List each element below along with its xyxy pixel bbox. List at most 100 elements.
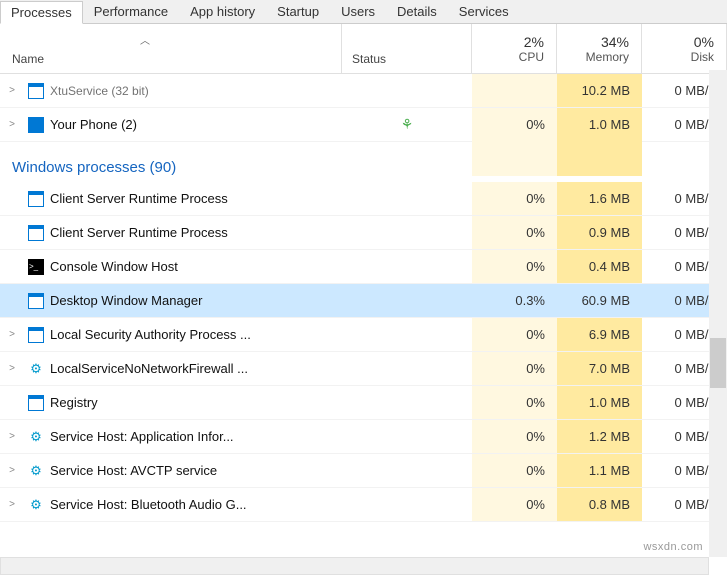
gear-icon: ⚙	[28, 429, 44, 445]
process-icon-cell: ⚙	[24, 429, 48, 445]
process-mem: 1.2 MB	[557, 420, 642, 453]
window-icon	[28, 395, 44, 411]
sort-chevron-icon: ︿	[140, 32, 150, 47]
process-mem: 10.2 MB	[557, 74, 642, 107]
process-name: LocalServiceNoNetworkFirewall ...	[48, 361, 342, 376]
window-icon	[28, 225, 44, 241]
expand-chevron-icon[interactable]: >	[0, 119, 24, 130]
process-row[interactable]: >_Console Window Host0%0.4 MB0 MB/s	[0, 250, 727, 284]
process-list: >XtuService (32 bit)10.2 MB0 MB/s>Your P…	[0, 74, 727, 554]
process-mem: 7.0 MB	[557, 352, 642, 385]
process-row[interactable]: > ⚙ Service Host: Bluetooth Audio G... 0%0.…	[0, 488, 727, 522]
watermark: wsxdn.com	[643, 541, 703, 553]
tab-details[interactable]: Details	[386, 0, 448, 23]
horizontal-scrollbar[interactable]	[0, 557, 709, 575]
column-header-disk[interactable]: 0% Disk	[642, 24, 727, 73]
vertical-scroll-thumb[interactable]	[710, 338, 726, 388]
process-row[interactable]: Client Server Runtime Process0%0.9 MB0 M…	[0, 216, 727, 250]
process-name: Client Server Runtime Process	[48, 225, 342, 240]
process-icon-cell	[24, 225, 48, 241]
process-icon-cell	[24, 293, 48, 309]
cpu-usage-pct: 2%	[472, 34, 544, 50]
process-row[interactable]: >⚙Service Host: AVCTP service0%1.1 MB0 M…	[0, 454, 727, 488]
process-icon-cell	[24, 83, 48, 99]
process-status: ⚘	[342, 116, 472, 133]
column-header-name[interactable]: Name	[0, 24, 342, 73]
process-icon-cell: ⚙	[24, 361, 48, 377]
process-row[interactable]: >⚙LocalServiceNoNetworkFirewall ... 0%7.0…	[0, 352, 727, 386]
process-mem: 1.6 MB	[557, 182, 642, 215]
window-icon	[28, 327, 44, 343]
gear-icon: ⚙	[28, 497, 44, 513]
window-icon	[28, 191, 44, 207]
tab-app-history[interactable]: App history	[179, 0, 266, 23]
expand-chevron-icon[interactable]: >	[0, 431, 24, 442]
process-name: Service Host: AVCTP service	[48, 463, 342, 478]
process-row[interactable]: >⚙Service Host: Application Infor...0%1.…	[0, 420, 727, 454]
process-mem: 0.8 MB	[557, 488, 642, 521]
process-name: Your Phone (2)	[48, 117, 342, 132]
process-cpu: 0%	[472, 318, 557, 351]
process-icon-cell	[24, 395, 48, 411]
process-mem: 6.9 MB	[557, 318, 642, 351]
process-cpu: 0%	[472, 488, 557, 521]
window-icon	[28, 293, 44, 309]
expand-chevron-icon[interactable]: >	[0, 465, 24, 476]
tab-processes[interactable]: Processes	[0, 1, 83, 24]
process-name: Local Security Authority Process ...	[48, 327, 342, 342]
process-cpu: 0%	[472, 454, 557, 487]
process-cpu: 0%	[472, 386, 557, 419]
tab-performance[interactable]: Performance	[83, 0, 179, 23]
vertical-scrollbar[interactable]	[709, 70, 727, 557]
expand-chevron-icon[interactable]: >	[0, 85, 24, 96]
process-name: Client Server Runtime Process	[48, 191, 342, 206]
process-icon-cell	[24, 117, 48, 133]
process-cpu: 0%	[472, 352, 557, 385]
expand-chevron-icon[interactable]: >	[0, 329, 24, 340]
process-name: Registry	[48, 395, 342, 410]
process-mem: 0.9 MB	[557, 216, 642, 249]
tab-services[interactable]: Services	[448, 0, 520, 23]
process-row[interactable]: > Local Security Authority Process ... 0%6…	[0, 318, 727, 352]
phone-icon	[28, 117, 44, 133]
memory-usage-pct: 34%	[557, 34, 629, 50]
expand-chevron-icon[interactable]: >	[0, 363, 24, 374]
window-icon	[28, 83, 44, 99]
disk-usage-pct: 0%	[642, 34, 714, 50]
process-row[interactable]: Desktop Window Manager0.3%60.9 MB0 MB/s	[0, 284, 727, 318]
expand-chevron-icon[interactable]: >	[0, 499, 24, 510]
process-icon-cell: ⚙	[24, 497, 48, 513]
horizontal-scroll-track[interactable]	[0, 557, 709, 575]
tab-bar: ProcessesPerformanceApp historyStartupUs…	[0, 0, 727, 24]
memory-label: Memory	[557, 50, 629, 64]
process-cpu: 0.3%	[472, 284, 557, 317]
console-icon: >_	[28, 259, 44, 275]
leaf-icon: ⚘	[401, 116, 414, 132]
cpu-label: CPU	[472, 50, 544, 64]
tab-users[interactable]: Users	[330, 0, 386, 23]
column-header-memory[interactable]: 34% Memory	[557, 24, 642, 73]
process-group-header[interactable]: Windows processes (90)	[0, 142, 727, 182]
disk-label: Disk	[642, 50, 714, 64]
group-label: Windows processes (90)	[0, 159, 342, 176]
gear-icon: ⚙	[28, 463, 44, 479]
column-header-status[interactable]: Status	[342, 24, 472, 73]
process-mem: 1.1 MB	[557, 454, 642, 487]
process-row[interactable]: Registry0%1.0 MB0 MB/s	[0, 386, 727, 420]
tab-startup[interactable]: Startup	[266, 0, 330, 23]
process-cpu: 0%	[472, 182, 557, 215]
process-name: Console Window Host	[48, 259, 342, 274]
process-mem: 1.0 MB	[557, 386, 642, 419]
process-row[interactable]: >XtuService (32 bit)10.2 MB0 MB/s	[0, 74, 727, 108]
process-icon-cell: ⚙	[24, 463, 48, 479]
column-headers: ︿ Name Status 2% CPU 34% Memory 0% Disk	[0, 24, 727, 74]
process-mem: 0.4 MB	[557, 250, 642, 283]
process-cpu: 0%	[472, 216, 557, 249]
process-icon-cell	[24, 327, 48, 343]
process-row[interactable]: Client Server Runtime Process0%1.6 MB0 M…	[0, 182, 727, 216]
column-header-cpu[interactable]: 2% CPU	[472, 24, 557, 73]
process-icon-cell	[24, 191, 48, 207]
process-icon-cell: >_	[24, 259, 48, 275]
process-mem: 60.9 MB	[557, 284, 642, 317]
process-name: Service Host: Bluetooth Audio G...	[48, 497, 342, 512]
